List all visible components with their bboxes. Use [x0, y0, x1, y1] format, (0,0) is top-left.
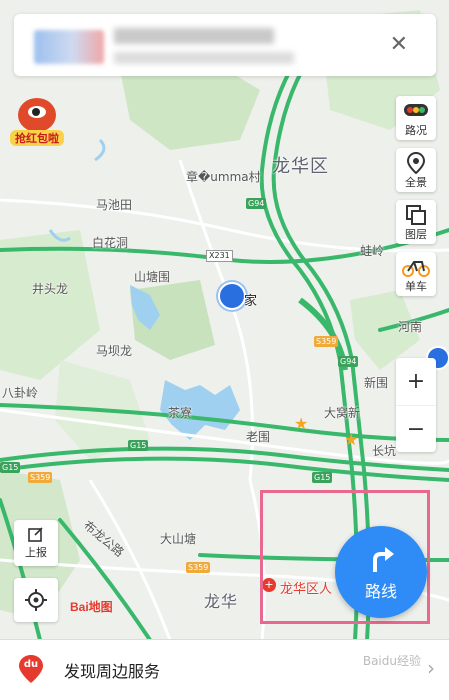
- place-label: 老围: [246, 430, 271, 444]
- place-label: 茶寮: [168, 406, 193, 420]
- du-logo-icon: du: [18, 654, 44, 684]
- place-label: 马池田: [96, 198, 133, 212]
- logo-text: Bai地图: [70, 600, 113, 614]
- traffic-light-icon: [396, 100, 436, 124]
- district-label-longhua-town: 龙华: [204, 592, 239, 611]
- zoom-control: + −: [396, 358, 436, 452]
- report-button[interactable]: 上报: [14, 520, 58, 566]
- route-button[interactable]: 路线: [335, 526, 427, 618]
- bicycle-button[interactable]: 单车: [396, 252, 436, 296]
- panorama-button[interactable]: 全景: [396, 148, 436, 192]
- panorama-label: 全景: [405, 176, 427, 189]
- road-shield: G15: [128, 440, 149, 451]
- place-label: 大窝新: [324, 406, 361, 420]
- red-packet-sticker[interactable]: 抢红包啦: [10, 98, 64, 152]
- discover-nearby-label: 发现周边服务: [64, 662, 161, 681]
- report-label: 上报: [25, 546, 47, 559]
- bicycle-label: 单车: [405, 280, 427, 293]
- panorama-pin-icon: [396, 151, 436, 176]
- place-label: 大山塘: [160, 532, 197, 546]
- layers-label: 图层: [405, 228, 427, 241]
- banner-subtitle-blurred: [114, 52, 294, 64]
- place-label: 新围: [364, 376, 389, 390]
- star-poi-icon[interactable]: ★: [294, 414, 308, 433]
- chevron-right-icon: ›: [427, 656, 435, 680]
- place-label: 马坝龙: [96, 344, 133, 358]
- layers-button[interactable]: 图层: [396, 200, 436, 244]
- traffic-label: 路况: [405, 124, 427, 137]
- banner-title-blurred: [114, 28, 274, 44]
- watermark: Baidu经验: [362, 654, 421, 668]
- zoom-in-button[interactable]: +: [396, 358, 436, 406]
- edit-icon: [28, 526, 44, 542]
- road-shield: S359: [314, 336, 339, 347]
- road-shield: S359: [28, 472, 53, 483]
- road-shield: G15: [312, 472, 333, 483]
- place-label: 长坑: [372, 444, 397, 458]
- locate-button[interactable]: [14, 578, 58, 622]
- place-label: 井头龙: [32, 282, 69, 296]
- place-label: 八卦岭: [2, 386, 39, 400]
- layers-icon: [396, 204, 436, 228]
- locate-icon: [25, 589, 47, 611]
- road-shield: G15: [0, 462, 21, 473]
- turn-right-arrow-icon: [367, 544, 397, 574]
- bicycle-icon: [396, 256, 436, 280]
- du-logo-text: du: [23, 659, 39, 670]
- bottom-service-bar[interactable]: du 发现周边服务 ›: [0, 639, 449, 700]
- route-label: 路线: [364, 582, 397, 601]
- district-label-longhua: 龙华区: [272, 156, 329, 177]
- place-label: 蛙岭: [360, 244, 385, 258]
- place-label: 章�umma村: [186, 170, 261, 184]
- road-shield: S359: [186, 562, 211, 573]
- place-label: 白花洞: [92, 236, 129, 250]
- home-label: 家: [244, 294, 258, 309]
- notification-banner[interactable]: ✕: [14, 14, 436, 76]
- traffic-button[interactable]: 路况: [396, 96, 436, 140]
- home-marker[interactable]: [218, 282, 246, 310]
- sticker-text: 抢红包啦: [10, 130, 64, 146]
- road-shield: G94: [338, 356, 359, 367]
- road-shield: G94: [246, 198, 267, 209]
- place-label: 山塘围: [134, 270, 171, 284]
- baidu-map-logo: Bai地图: [70, 598, 113, 615]
- place-label: 河南: [398, 320, 423, 334]
- zoom-out-button[interactable]: −: [396, 406, 436, 453]
- banner-logo-blurred: [34, 30, 104, 64]
- star-poi-icon[interactable]: ★: [344, 430, 358, 449]
- close-icon[interactable]: ✕: [390, 34, 408, 56]
- road-shield: X231: [206, 250, 233, 262]
